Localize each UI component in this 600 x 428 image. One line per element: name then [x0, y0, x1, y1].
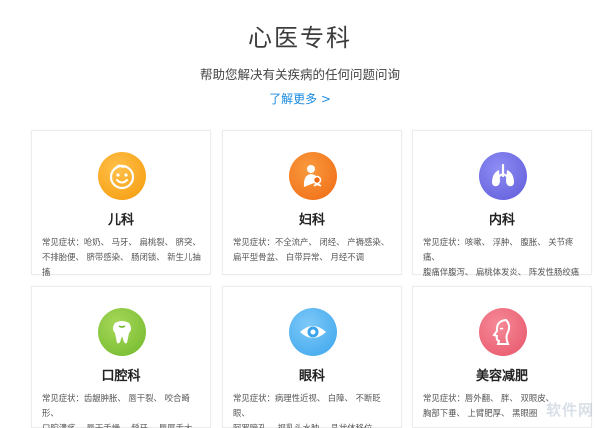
lungs-icon [479, 152, 527, 200]
watermark: 软件网 [545, 401, 594, 419]
specialty-name: 儿科 [107, 213, 134, 228]
symptom-list: 常见症状：病理性近视、 白障、 不断眨眼、 阿罗瞳孔、 视乳头水肿、 晶状体移位 [233, 393, 381, 428]
symptom-list: 常见症状：不全流产、 闭经、 产褥感染、 扁平型骨盆、 白带异常、 月经不调 [233, 237, 390, 262]
specialty-name: 眼科 [298, 369, 325, 384]
learn-more-link[interactable]: 了解更多 > [0, 90, 600, 107]
specialty-page: 心医专科 帮助您解决有关疾病的任何问题问询 了解更多 > 儿科 常见症状：呛奶、… [0, 0, 600, 428]
page-subtitle: 帮助您解决有关疾病的任何问题问询 [199, 67, 400, 82]
mother-baby-icon [289, 152, 337, 200]
symptom-list: 常见症状：齿龈肿胀、 唇干裂、 咬合畸形、 口腔溃疡、 唇干舌燥、 龋牙、 唇厚… [42, 393, 193, 428]
specialty-name: 妇科 [298, 213, 325, 228]
symptom-list: 常见症状：咳嗽、 浮肿、 腹胀、 关节疼痛、 腹痛伴腹泻、 扁桃体发炎、 阵发性… [423, 237, 580, 277]
specialty-name: 内科 [488, 213, 515, 228]
symptom-list: 常见症状：呛奶、 马牙、 扁桃裂、 脐突、 不排胎便、 脐带感染、 肠闭锁、 新… [42, 237, 201, 277]
page-title: 心医专科 [248, 24, 352, 52]
tooth-icon [98, 308, 146, 356]
specialty-card-internal-medicine[interactable]: 内科 常见症状：咳嗽、 浮肿、 腹胀、 关节疼痛、 腹痛伴腹泻、 扁桃体发炎、 … [412, 130, 592, 277]
specialty-name: 口腔科 [101, 369, 141, 384]
child-face-icon [98, 152, 146, 200]
eye-icon [289, 308, 337, 356]
specialty-name: 美容减肥 [475, 369, 528, 384]
specialty-card-ophthalmology[interactable]: 眼科 常见症状：病理性近视、 白障、 不断眨眼、 阿罗瞳孔、 视乳头水肿、 晶状… [222, 286, 402, 428]
face-profile-icon [479, 308, 527, 356]
specialty-card-gynecology[interactable]: 妇科 常见症状：不全流产、 闭经、 产褥感染、 扁平型骨盆、 白带异常、 月经不… [222, 130, 402, 275]
specialty-card-dentistry[interactable]: 口腔科 常见症状：齿龈肿胀、 唇干裂、 咬合畸形、 口腔溃疡、 唇干舌燥、 龋牙… [31, 286, 211, 428]
specialty-card-pediatrics[interactable]: 儿科 常见症状：呛奶、 马牙、 扁桃裂、 脐突、 不排胎便、 脐带感染、 肠闭锁… [31, 130, 211, 277]
